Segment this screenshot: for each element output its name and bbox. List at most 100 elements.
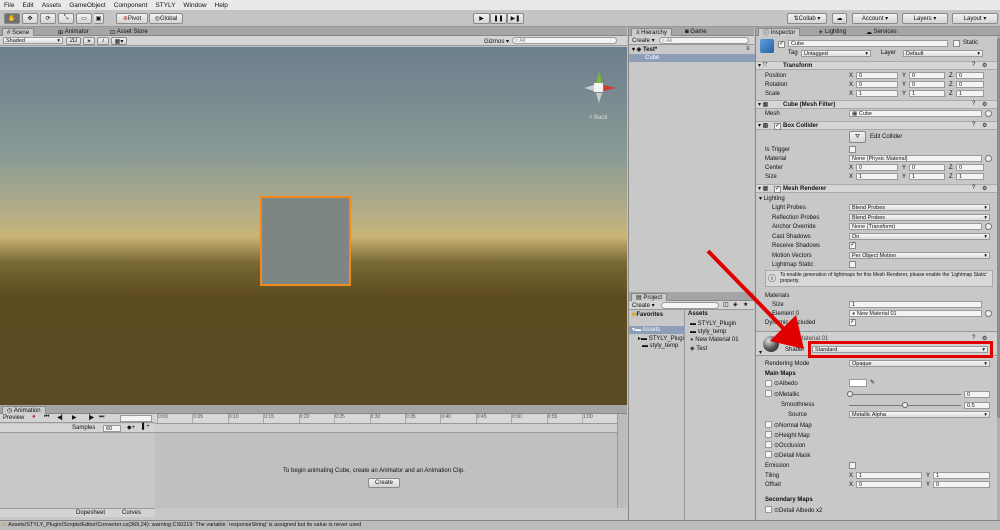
first-key-icon[interactable]: ⏮ xyxy=(44,414,49,421)
tiling-y-input[interactable]: 1 xyxy=(933,472,990,479)
scale-x-input[interactable]: 1 xyxy=(856,90,898,97)
add-keyframe-icon[interactable]: ◆+ xyxy=(127,424,135,431)
offset-x-input[interactable]: 0 xyxy=(856,481,922,488)
layers-dropdown[interactable]: Layers ▾ xyxy=(902,13,948,24)
favorites-item[interactable]: ★Favorites xyxy=(631,311,663,318)
timeline-ruler[interactable]: 0:00 0:05 0:10 0:15 0:20 0:25 0:30 0:35 0:40 0:45… xyxy=(155,414,617,424)
emission-checkbox[interactable] xyxy=(849,462,856,469)
center-z-input[interactable]: 0 xyxy=(956,164,984,171)
collab-button[interactable]: ⇅ Collab ▾ xyxy=(787,13,827,24)
prev-key-icon[interactable]: ◀▏ xyxy=(57,414,66,421)
record-icon[interactable]: ● xyxy=(32,414,36,420)
mesh-renderer-header[interactable]: ▾ ▦ ✓ Mesh Renderer ? ⚙ xyxy=(756,184,997,193)
size-z-input[interactable]: 1 xyxy=(956,173,984,180)
transform-tool-icon[interactable]: ▣ xyxy=(94,13,104,24)
source-dropdown[interactable]: Metallic Alpha xyxy=(849,411,990,418)
rotation-z-input[interactable]: 0 xyxy=(956,81,984,88)
2d-toggle[interactable]: 2D xyxy=(66,37,81,45)
size-x-input[interactable]: 1 xyxy=(856,173,898,180)
menu-window[interactable]: Window xyxy=(183,2,206,9)
is-trigger-checkbox[interactable] xyxy=(849,146,856,153)
metallic-slider-track[interactable] xyxy=(849,394,961,395)
anchor-override-picker-icon[interactable] xyxy=(985,223,992,230)
detail-mask-slot[interactable] xyxy=(765,451,772,458)
position-z-input[interactable]: 0 xyxy=(956,72,984,79)
light-probes-dropdown[interactable]: Blend Probes xyxy=(849,204,990,211)
scale-tool-icon[interactable]: ⤡ xyxy=(58,13,74,24)
pause-button[interactable]: ❚❚ xyxy=(490,13,507,24)
assets-folder-selected[interactable]: ▾▬ Assets xyxy=(629,326,685,334)
rendering-mode-dropdown[interactable]: Opaque xyxy=(849,360,990,367)
collider-material-field[interactable]: None (Physic Material) xyxy=(849,155,982,162)
samples-input[interactable]: 60 xyxy=(103,425,121,432)
neg-y-cone-icon[interactable] xyxy=(596,93,602,103)
tree-item-styly-plugin[interactable]: ▸▬ STYLY_Plugi xyxy=(638,335,684,342)
gizmo-center-cube-icon[interactable] xyxy=(594,83,603,92)
transform-help-icon[interactable]: ? xyxy=(972,62,975,68)
scene-menu-icon[interactable]: ≡ xyxy=(746,46,750,52)
rotation-y-input[interactable]: 0 xyxy=(909,81,945,88)
box-collider-settings-icon[interactable]: ⚙ xyxy=(982,122,987,129)
y-axis-cone-icon[interactable] xyxy=(596,71,602,83)
collider-material-picker-icon[interactable] xyxy=(985,155,992,162)
tab-game[interactable]: ◙ Game xyxy=(681,28,711,36)
menu-gameobject[interactable]: GameObject xyxy=(69,2,106,9)
menu-file[interactable]: File xyxy=(4,2,14,9)
gizmos-dropdown[interactable]: Gizmos ▾ xyxy=(484,38,509,45)
rect-tool-icon[interactable]: ▭ xyxy=(76,13,92,24)
smoothness-value-input[interactable]: 0.5 xyxy=(964,402,990,409)
play-button[interactable]: ▶ xyxy=(473,13,490,24)
active-checkbox[interactable]: ✓ xyxy=(778,41,785,48)
object-name-input[interactable]: Cube xyxy=(788,40,948,47)
lighting-foldout[interactable]: ▾ Lighting xyxy=(759,195,785,202)
mesh-renderer-enabled-checkbox[interactable]: ✓ xyxy=(774,186,781,193)
tiling-x-input[interactable]: 1 xyxy=(856,472,922,479)
mesh-filter-settings-icon[interactable]: ⚙ xyxy=(982,101,987,108)
edit-collider-button[interactable]: ⛛ xyxy=(849,131,866,143)
scene-root[interactable]: ▾ ◈ Test* xyxy=(632,46,657,53)
center-y-input[interactable]: 0 xyxy=(909,164,945,171)
neg-x-cone-icon[interactable] xyxy=(584,85,594,91)
lighting-toggle-icon[interactable]: ☀ xyxy=(83,37,95,45)
anchor-override-field[interactable]: None (Transform) xyxy=(849,223,982,230)
metallic-value-input[interactable]: 0 xyxy=(964,391,990,398)
project-create-dropdown[interactable]: Create ▾ xyxy=(632,302,655,309)
event-strip[interactable] xyxy=(155,424,617,433)
status-bar[interactable]: ⚠ Assets/STYLY_Plugin/Scripts/Editor/Con… xyxy=(0,520,1000,530)
hierarchy-item-cube[interactable]: Cube xyxy=(629,54,755,62)
albedo-slot[interactable] xyxy=(765,380,772,387)
mesh-filter-help-icon[interactable]: ? xyxy=(972,101,975,107)
metallic-slider-thumb[interactable] xyxy=(847,391,853,397)
dynamic-occluded-checkbox[interactable]: ✓ xyxy=(849,319,856,326)
metallic-slot[interactable] xyxy=(765,390,772,397)
menu-assets[interactable]: Assets xyxy=(42,2,62,9)
hand-tool-icon[interactable]: ✋ xyxy=(4,13,20,24)
global-toggle[interactable]: ◎ Global xyxy=(149,13,183,24)
lightmap-static-checkbox[interactable] xyxy=(849,261,856,268)
shading-mode-dropdown[interactable]: Shaded xyxy=(3,37,63,44)
tab-services[interactable]: ☁ Services xyxy=(862,28,901,36)
tab-animation[interactable]: ◷ Animation xyxy=(2,406,46,414)
element0-field[interactable]: ● New Material 01 xyxy=(849,310,982,317)
step-button[interactable]: ▶❚ xyxy=(507,13,524,24)
scene-viewport[interactable]: < Back xyxy=(0,47,627,405)
mesh-field[interactable]: ▦ Cube xyxy=(849,110,982,117)
position-x-input[interactable]: 0 xyxy=(856,72,898,79)
tab-asset-store[interactable]: ⊡ Asset Store xyxy=(106,28,152,36)
size-y-input[interactable]: 1 xyxy=(909,173,945,180)
center-x-input[interactable]: 0 xyxy=(856,164,898,171)
mesh-renderer-help-icon[interactable]: ? xyxy=(972,185,975,191)
timeline-area[interactable]: To begin animating Cube, create an Anima… xyxy=(155,433,617,508)
x-axis-cone-icon[interactable] xyxy=(604,85,616,91)
menu-component[interactable]: Component xyxy=(114,2,148,9)
tab-hierarchy[interactable]: ≡ Hierarchy xyxy=(631,28,672,36)
scene-search-input[interactable]: ⌕ All xyxy=(512,37,617,44)
motion-vectors-dropdown[interactable]: Per Object Motion xyxy=(849,251,990,259)
orientation-gizmo[interactable] xyxy=(582,71,616,105)
back-label[interactable]: < Back xyxy=(589,115,608,121)
smoothness-slider-thumb[interactable] xyxy=(902,402,908,408)
tab-animator[interactable]: ⊞ Animator xyxy=(54,28,93,36)
play-anim-icon[interactable]: ▶ xyxy=(72,414,77,421)
tab-project[interactable]: ▤ Project xyxy=(631,293,668,301)
occlusion-slot[interactable] xyxy=(765,441,772,448)
